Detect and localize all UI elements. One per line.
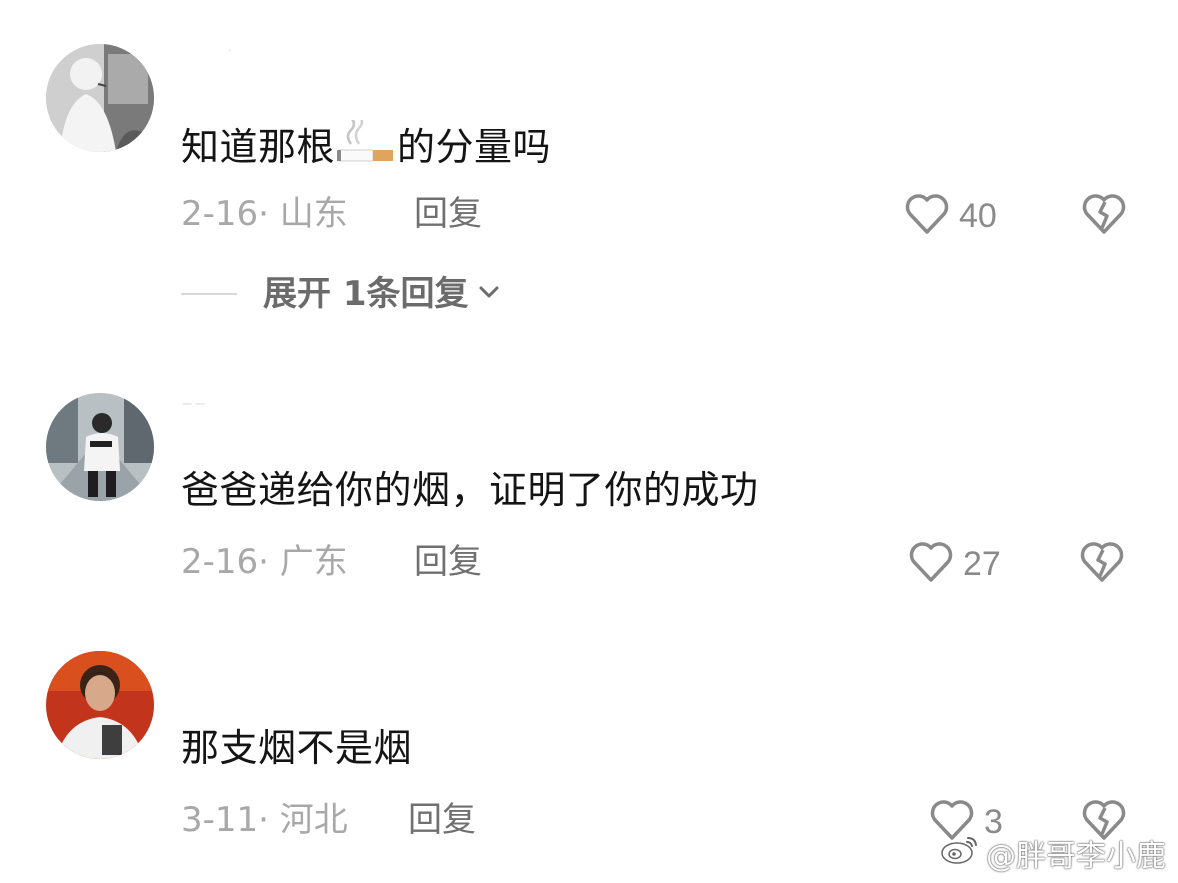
reply-button[interactable]: 回复 — [414, 542, 482, 582]
broken-heart-icon — [1080, 194, 1128, 240]
like-button[interactable]: 27 — [907, 540, 1001, 588]
comment-text-part: 知道那根 — [181, 124, 336, 169]
avatar[interactable] — [46, 651, 154, 759]
avatar[interactable] — [46, 44, 154, 152]
watermark: @胖哥李小鹿 — [940, 831, 1166, 875]
comment-text: 知道那根 的分量吗 — [181, 115, 552, 173]
comment-date-location: 3-11· 河北 — [181, 800, 348, 840]
like-count: 40 — [959, 197, 997, 235]
like-button[interactable]: 40 — [903, 192, 997, 240]
comment-date-location: 2-16· 广东 — [181, 542, 348, 582]
avatar-image — [46, 393, 154, 501]
avatar-image — [46, 44, 154, 152]
comment-date-location: 2-16· 山东 — [181, 194, 348, 234]
reply-button[interactable]: 回复 — [408, 800, 476, 840]
dislike-button[interactable] — [1078, 540, 1126, 588]
comment-text-part: 的分量吗 — [397, 124, 552, 169]
weibo-logo-icon — [940, 832, 980, 874]
avatar-image — [46, 651, 154, 759]
heart-outline-icon — [907, 540, 955, 588]
broken-heart-icon — [1078, 542, 1126, 588]
watermark-text: @胖哥李小鹿 — [986, 839, 1166, 874]
expand-replies-label: 展开 1条回复 — [263, 274, 469, 314]
expand-replies-button[interactable]: 展开 1条回复 — [181, 274, 501, 314]
username[interactable]: · — [228, 46, 231, 57]
comment-text: 爸爸递给你的烟，证明了你的成功 — [181, 468, 759, 512]
cigarette-emoji — [337, 115, 395, 173]
like-count: 27 — [963, 545, 1001, 583]
divider-line — [181, 293, 237, 295]
username[interactable]: 一 一 — [182, 396, 205, 411]
heart-outline-icon — [903, 192, 951, 240]
avatar[interactable] — [46, 393, 154, 501]
chevron-down-icon — [477, 282, 501, 306]
comment-text: 那支烟不是烟 — [181, 726, 413, 770]
dislike-button[interactable] — [1080, 192, 1128, 240]
reply-button[interactable]: 回复 — [414, 194, 482, 234]
